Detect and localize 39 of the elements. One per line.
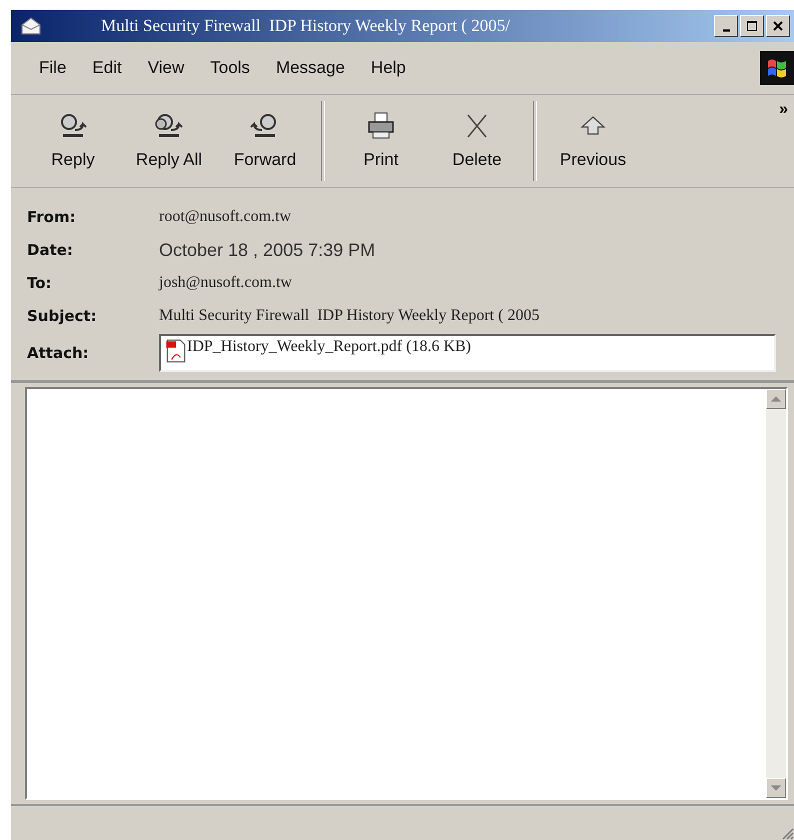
scroll-down-icon[interactable] — [766, 778, 786, 798]
toolbar-button[interactable]: Previous — [545, 95, 641, 187]
header-value: josh@nusoft.com.tw — [159, 274, 292, 292]
header-label: To: — [27, 274, 53, 292]
scroll-up-icon[interactable] — [766, 389, 786, 409]
close-button[interactable] — [766, 15, 790, 37]
toolbar-button[interactable]: Forward — [217, 95, 313, 187]
envelope-icon — [21, 17, 41, 35]
menu-item[interactable]: Edit — [92, 58, 122, 78]
menu-item[interactable]: File — [39, 58, 66, 78]
people-arrow-icon — [153, 112, 185, 140]
pdf-file-icon — [165, 338, 187, 364]
toolbar-button[interactable]: Reply — [25, 95, 121, 187]
more-chevron[interactable]: » — [779, 101, 788, 119]
minimize-button[interactable] — [714, 15, 738, 37]
toolbar-button[interactable]: Print — [333, 95, 429, 187]
maximize-button[interactable] — [740, 15, 764, 37]
header-label: From: — [27, 208, 77, 226]
window-title: Multi Security Firewall IDP History Weekly Report ( 2005/ — [101, 16, 511, 36]
menu-item[interactable]: Help — [370, 58, 406, 78]
menu-item[interactable]: Message — [276, 58, 345, 78]
resize-grip-icon[interactable] — [780, 826, 794, 840]
attachment-name[interactable]: IDP_History_Weekly_Report.pdf (18.6 KB) — [187, 338, 472, 356]
attachment-field[interactable]: IDP_History_Weekly_Report.pdf (18.6 KB) — [159, 334, 776, 372]
maximize-icon — [746, 20, 758, 32]
toolbar-button[interactable]: Reply All — [121, 95, 217, 187]
flag-logo-icon — [760, 51, 794, 85]
header-label: Date: — [27, 241, 74, 259]
header-value: Multi Security Firewall IDP History Weekly Report ( 2005 — [159, 307, 540, 325]
close-icon — [772, 20, 784, 32]
header-value: October 18 , 2005 7:39 PM — [159, 240, 376, 260]
toolbar-button[interactable]: Delete — [429, 95, 525, 187]
header-value: root@nusoft.com.tw — [159, 208, 292, 226]
menu-item[interactable]: View — [148, 58, 184, 78]
minimize-icon — [722, 28, 730, 32]
vertical-scrollbar[interactable] — [766, 389, 786, 798]
menu-item[interactable]: Tools — [210, 58, 250, 78]
header-label: Subject: — [27, 307, 98, 325]
header-label: Attach: — [27, 344, 90, 362]
